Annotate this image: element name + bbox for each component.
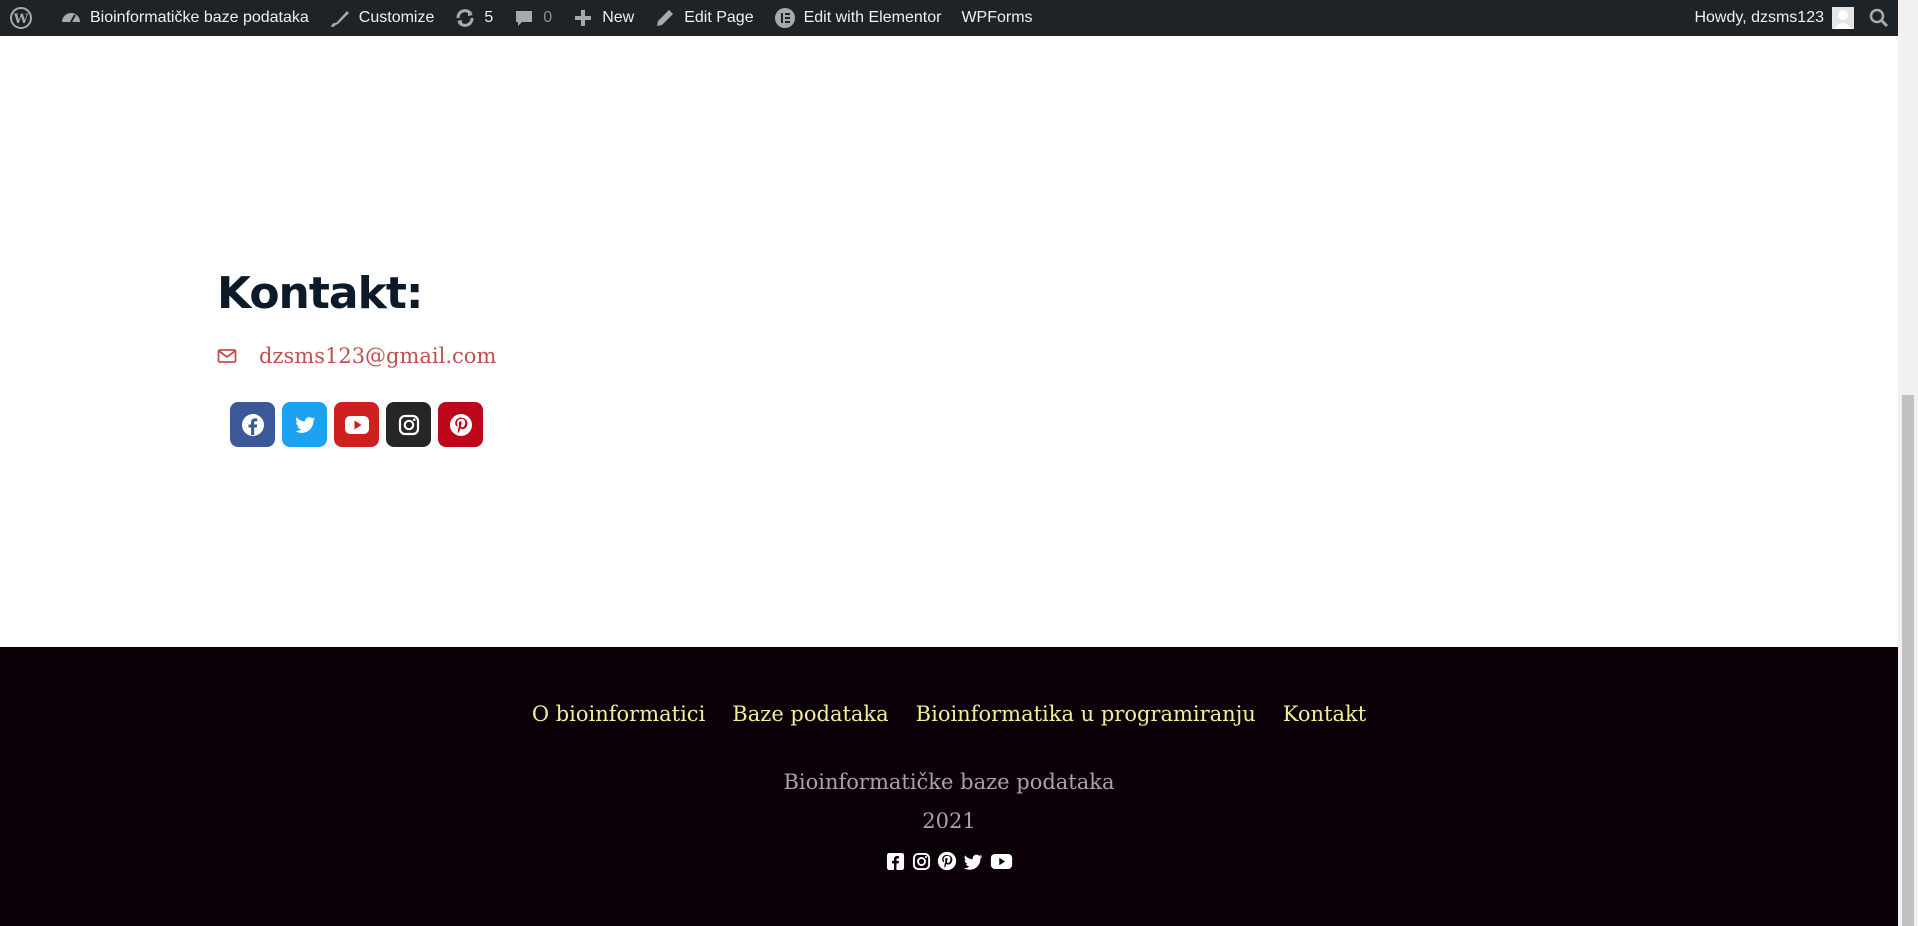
comments-count: 0 <box>543 9 553 26</box>
site-footer: O bioinformatici Baze podataka Bioinform… <box>0 647 1898 926</box>
pinterest-icon <box>449 413 472 436</box>
email-row: dzsms123@gmail.com <box>217 344 496 368</box>
updates-count: 5 <box>484 9 494 26</box>
facebook-icon <box>241 413 264 436</box>
comment-icon <box>513 7 535 29</box>
envelope-icon <box>217 346 237 366</box>
comments-link[interactable]: 0 <box>503 0 562 36</box>
search-button[interactable] <box>1860 0 1898 36</box>
wp-logo-button[interactable]: W <box>0 0 50 36</box>
pencil-icon <box>654 7 676 29</box>
site-name-link[interactable]: Bioinformatičke baze podataka <box>50 0 319 36</box>
pinterest-icon[interactable] <box>937 851 957 871</box>
facebook-button[interactable] <box>230 402 275 447</box>
facebook-square-icon[interactable] <box>885 851 905 871</box>
twitter-button[interactable] <box>282 402 327 447</box>
youtube-icon[interactable] <box>989 851 1013 871</box>
updates-link[interactable]: 5 <box>444 0 503 36</box>
youtube-icon <box>344 415 369 434</box>
page-scrollbar[interactable] <box>1898 0 1918 926</box>
dashboard-icon <box>60 7 82 29</box>
site-name-label: Bioinformatičke baze podataka <box>90 9 309 26</box>
admin-bar: W Bioinformatičke baze podataka Customiz… <box>0 0 1898 36</box>
wpforms-link[interactable]: WPForms <box>951 0 1042 36</box>
youtube-button[interactable] <box>334 402 379 447</box>
edit-page-label: Edit Page <box>684 9 754 26</box>
footer-link-bioinformatika-u-programiranju[interactable]: Bioinformatika u programiranju <box>916 702 1256 726</box>
email-link[interactable]: dzsms123@gmail.com <box>259 344 496 368</box>
instagram-icon <box>398 414 419 435</box>
scrollbar-thumb[interactable] <box>1902 395 1914 926</box>
footer-year: 2021 <box>922 809 976 833</box>
plus-icon <box>572 7 594 29</box>
twitter-icon <box>294 416 315 433</box>
brush-icon <box>329 7 351 29</box>
instagram-button[interactable] <box>386 402 431 447</box>
footer-link-baze-podataka[interactable]: Baze podataka <box>732 702 888 726</box>
edit-page-link[interactable]: Edit Page <box>644 0 763 36</box>
contact-heading: Kontakt: <box>217 268 423 319</box>
svg-text:W: W <box>13 12 29 27</box>
elementor-icon <box>774 7 796 29</box>
instagram-icon[interactable] <box>911 851 931 871</box>
wordpress-icon: W <box>10 7 32 29</box>
avatar <box>1832 7 1854 29</box>
edit-elementor-label: Edit with Elementor <box>803 9 942 26</box>
howdy-label: Howdy, dzsms123 <box>1694 9 1824 26</box>
my-account-link[interactable]: Howdy, dzsms123 <box>1684 0 1860 36</box>
updates-icon <box>454 7 476 29</box>
wpforms-label: WPForms <box>961 9 1033 26</box>
customize-link[interactable]: Customize <box>319 0 445 36</box>
customize-label: Customize <box>358 9 435 26</box>
edit-elementor-link[interactable]: Edit with Elementor <box>764 0 952 36</box>
footer-social-icons <box>0 851 1898 871</box>
social-icons <box>230 402 483 447</box>
footer-nav: O bioinformatici Baze podataka Bioinform… <box>0 702 1898 726</box>
new-label: New <box>602 9 635 26</box>
search-icon <box>1868 7 1890 29</box>
footer-link-kontakt[interactable]: Kontakt <box>1283 702 1366 726</box>
pinterest-button[interactable] <box>438 402 483 447</box>
footer-site-name: Bioinformatičke baze podataka <box>783 770 1115 794</box>
footer-link-o-bioinformatici[interactable]: O bioinformatici <box>532 702 705 726</box>
twitter-icon[interactable] <box>963 851 983 871</box>
new-content-link[interactable]: New <box>562 0 644 36</box>
